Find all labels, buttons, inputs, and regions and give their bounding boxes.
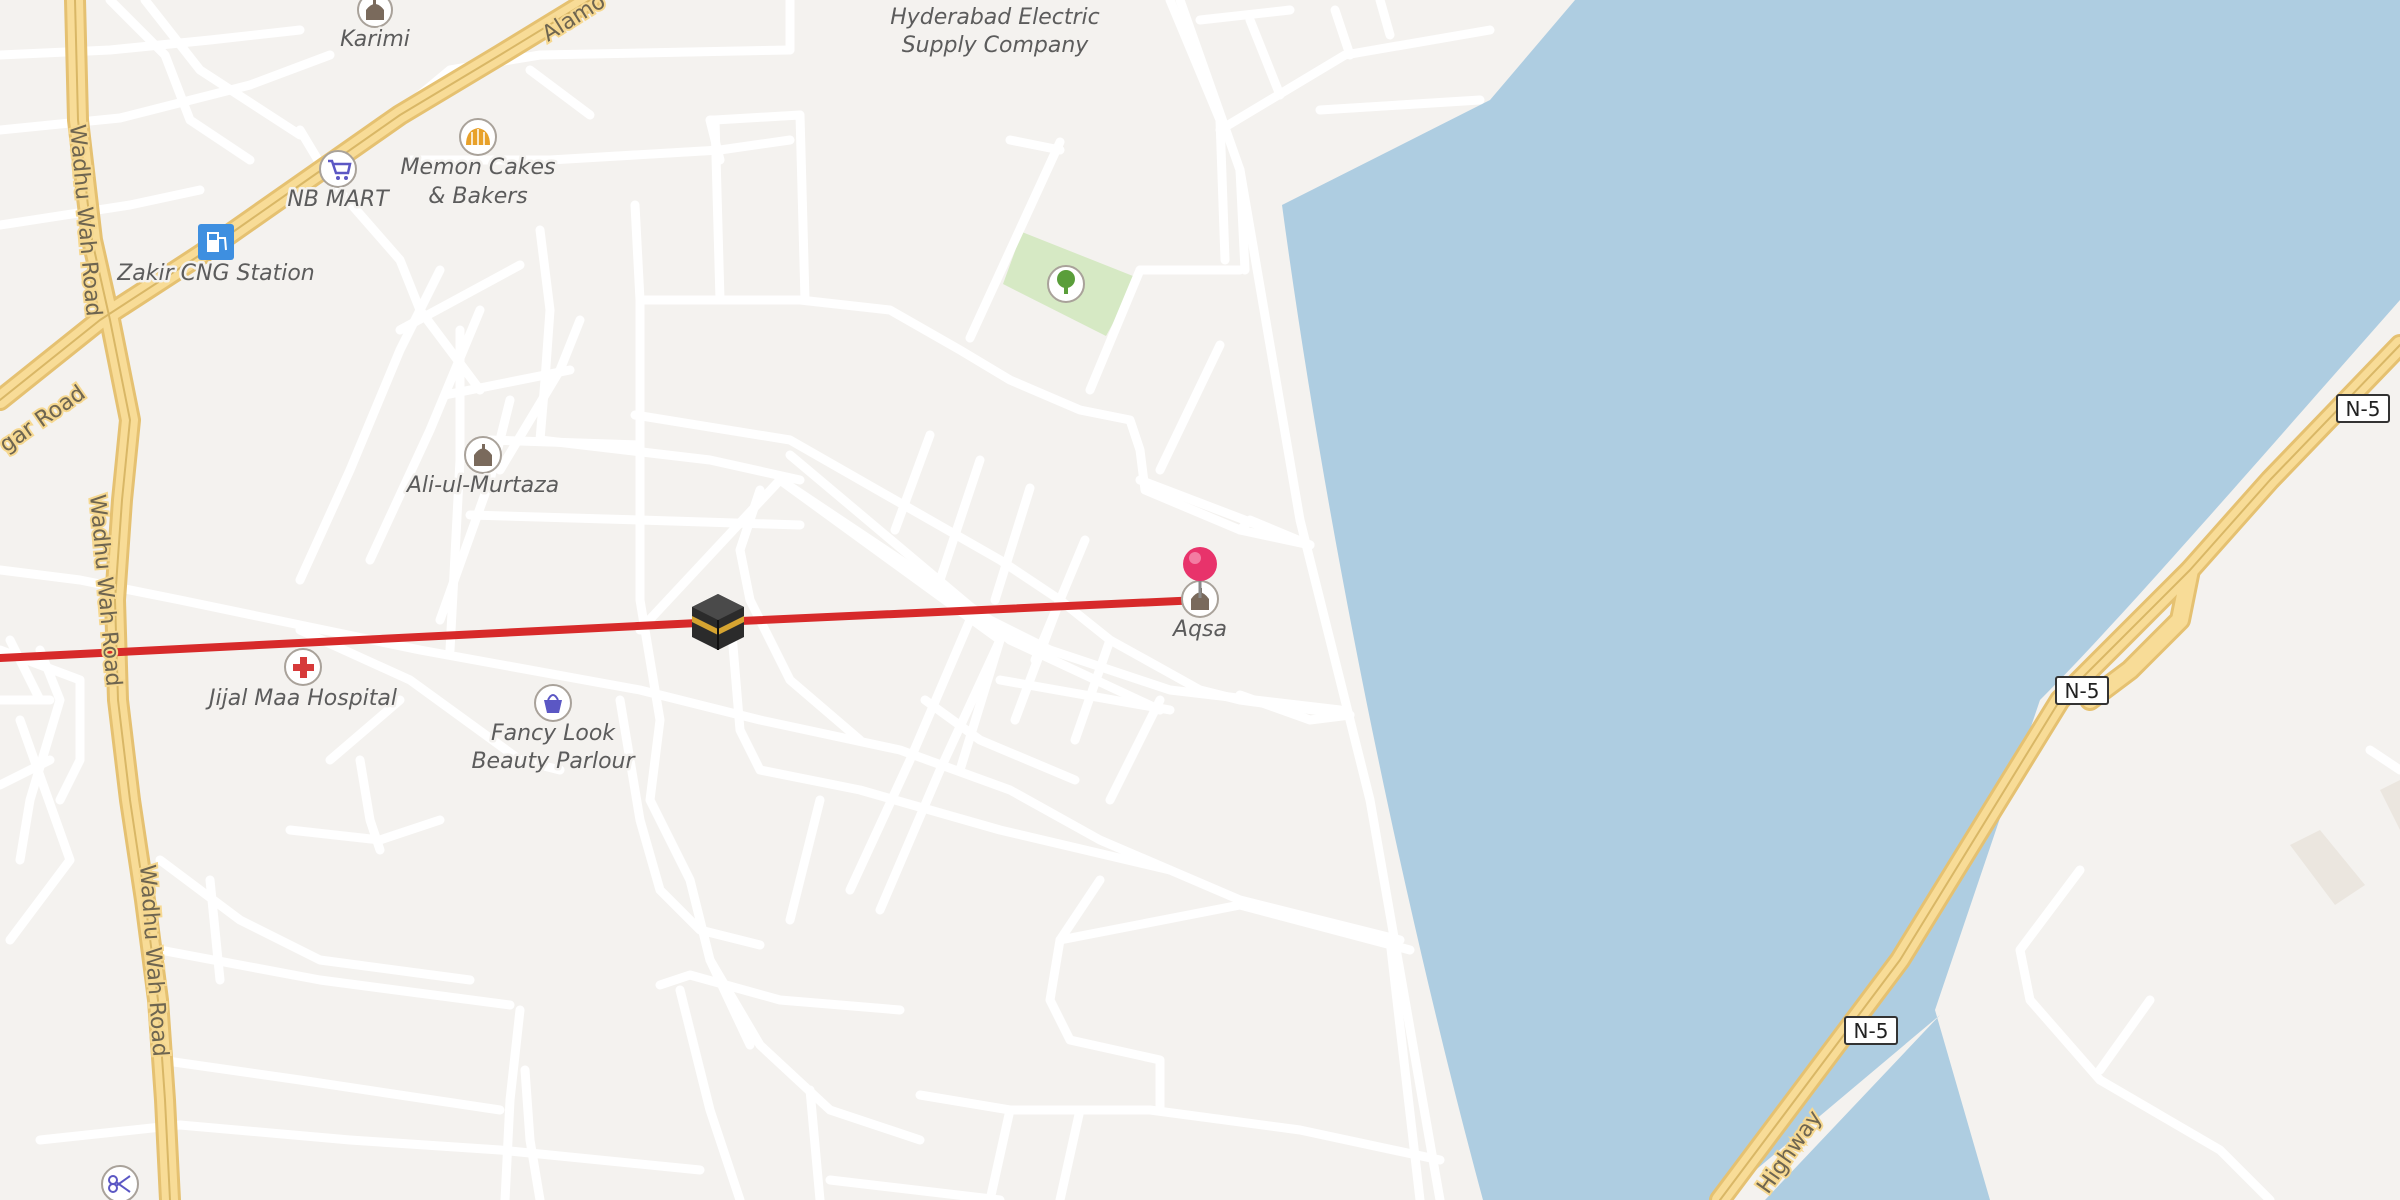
tree-icon	[1047, 265, 1085, 303]
bakery-icon	[459, 118, 497, 156]
scissors-icon	[101, 1165, 139, 1200]
poi-label-hyderabad-electric-2: Supply Company	[902, 33, 1090, 58]
poi-park[interactable]	[1047, 265, 1085, 303]
poi-label-hyderabad-electric-1: Hyderabad Electric	[890, 5, 1100, 30]
shopping-cart-icon	[319, 150, 357, 188]
poi-label-jijal-maa: Jijal Maa Hospital	[205, 686, 397, 711]
poi-barber[interactable]	[101, 1165, 139, 1200]
poi-label-ali-ul-murtaza: Ali-ul-Murtaza	[405, 473, 559, 498]
route-shield-n5-a: N-5	[2336, 394, 2390, 423]
fuel-station-icon	[198, 224, 234, 260]
route-shield-n5-c: N-5	[1844, 1016, 1898, 1045]
poi-label-aqsa: Aqsa	[1171, 617, 1227, 642]
poi-label-memon-cakes-2: & Bakers	[428, 184, 528, 209]
poi-label-memon-cakes-1: Memon Cakes	[401, 155, 556, 180]
svg-text:N-5: N-5	[1854, 1019, 1889, 1043]
poi-label-zakir-cng: Zakir CNG Station	[116, 261, 315, 286]
svg-text:N-5: N-5	[2065, 679, 2100, 703]
mosque-icon	[357, 0, 393, 28]
mosque-icon	[464, 436, 502, 474]
route-shield-n5-b: N-5	[2055, 676, 2109, 705]
poi-label-karimi: Karimi	[340, 27, 410, 52]
hospital-cross-icon	[284, 648, 322, 686]
map-canvas[interactable]: Wadhu Wah Road Wadhu Wah Road Wadhu Wah …	[0, 0, 2400, 1200]
svg-text:N-5: N-5	[2346, 397, 2381, 421]
poi-label-fancy-look-1: Fancy Look	[491, 721, 616, 746]
poi-label-fancy-look-2: Beauty Parlour	[471, 749, 636, 774]
shopping-bag-icon	[534, 684, 572, 722]
poi-label-nb-mart: NB MART	[287, 187, 390, 212]
